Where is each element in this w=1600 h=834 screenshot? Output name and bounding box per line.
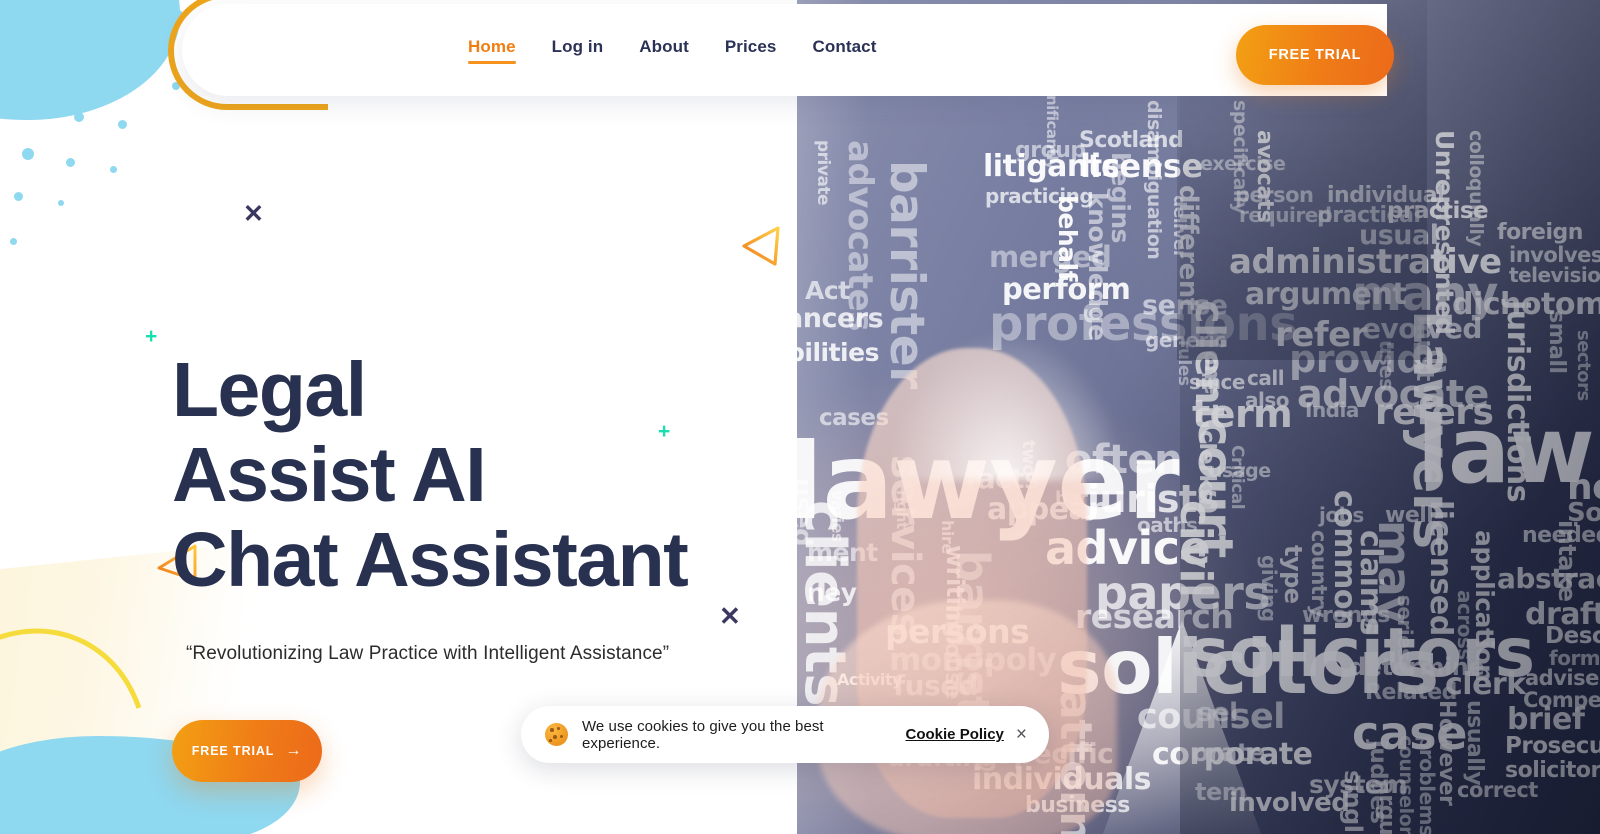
wordcloud-word: used (797, 478, 817, 547)
wordcloud-word: brief (1507, 702, 1585, 737)
wordcloud-word: behalf (1053, 195, 1082, 281)
decor-plus-mark: + (145, 325, 158, 348)
wordcloud-word: license (1080, 147, 1203, 185)
wordcloud-word: since (1189, 370, 1245, 394)
orange-triangle-outline (742, 226, 780, 266)
decor-dot (74, 112, 84, 122)
wordcloud-word: clerk (1445, 667, 1526, 702)
decor-dot (28, 106, 39, 117)
close-icon[interactable]: × (1004, 725, 1027, 744)
nav-link-prices[interactable]: Prices (725, 37, 777, 64)
wordcloud-word: foreign (1497, 220, 1583, 245)
nav-free-trial-button[interactable]: FREE TRIAL (1236, 25, 1394, 85)
wordcloud-word: abstract (1497, 562, 1600, 595)
wordcloud-word: colloquially (1465, 130, 1487, 247)
decor-dot (14, 192, 23, 201)
decor-dot (4, 48, 12, 56)
nav-link-home[interactable]: Home (468, 37, 516, 64)
wordcloud-word: begins (1106, 152, 1135, 243)
wordcloud-word: bilities (797, 338, 879, 367)
wordcloud-word: Act (805, 276, 850, 305)
wordcloud-word: ancers (797, 303, 884, 334)
wordcloud-word: Prosecutor (1505, 733, 1600, 759)
wordcloud-word: formall (1549, 646, 1600, 670)
wordcloud-word: singl (1339, 770, 1367, 833)
wordcloud-word: rules (1174, 340, 1194, 386)
wordcloud-word: giving (1257, 555, 1281, 622)
wordcloud-word: disambiguation (1143, 100, 1165, 260)
nav-links: Home Log in About Prices Contact (468, 37, 876, 64)
decor-dot (126, 72, 135, 81)
navbar-panel: Home Log in About Prices Contact (182, 4, 1387, 96)
decor-x-mark: ✕ (719, 601, 741, 631)
wordcloud-word: argu (1374, 780, 1399, 834)
hero-free-trial-label: FREE TRIAL (191, 744, 275, 758)
wordcloud-word: Critical (1227, 445, 1247, 510)
cookie-policy-link[interactable]: Cookie Policy (906, 726, 1004, 743)
wordcloud-word: television (1509, 263, 1600, 287)
arrow-right-icon: → (285, 742, 303, 759)
hero-title-line-3: Chat Assistant (172, 517, 689, 603)
wordcloud-word: type (1279, 545, 1307, 604)
wordcloud-word: correct (1457, 778, 1538, 802)
landing-page: privateadvocatesbarristerActancersbiliti… (0, 0, 1600, 834)
decor-dot (110, 166, 117, 173)
decor-dot (85, 4, 98, 17)
wordcloud-word: small (1544, 310, 1569, 374)
hero-title-line-2: Assist AI (172, 432, 487, 518)
cookie-message: We use cookies to give you the best expe… (582, 717, 824, 752)
page-title: Legal Assist AI Chat Assistant (172, 347, 689, 603)
decor-dot (10, 238, 17, 245)
wordcloud-word: intake (1553, 520, 1581, 602)
wordcloud-word: Descript (1545, 623, 1600, 649)
wordcloud-word: call (1247, 366, 1285, 390)
wordcloud-word: usually (1462, 700, 1487, 786)
nav-link-login[interactable]: Log in (552, 37, 604, 64)
hero-subtitle: “Revolutionizing Law Practice with Intel… (186, 643, 670, 664)
cookie-consent-banner: We use cookies to give you the best expe… (521, 706, 1049, 763)
wordcloud-word: different (1173, 185, 1203, 310)
wordcloud-word: nificantly (1043, 95, 1061, 170)
wordcloud-word: problems (1415, 735, 1439, 834)
decor-x-mark: ✕ (243, 200, 264, 228)
decor-dot (66, 158, 75, 167)
decor-dot (22, 148, 34, 160)
wordcloud-word: private (813, 140, 833, 206)
hero-title-line-1: Legal (172, 347, 367, 433)
nav-link-contact[interactable]: Contact (812, 37, 876, 64)
decor-dot (58, 200, 64, 206)
wordcloud-word: India (1305, 398, 1359, 422)
cookie-icon (545, 723, 568, 746)
nav-link-about[interactable]: About (639, 37, 689, 64)
wordcloud-word: sectors (1573, 330, 1594, 401)
wordcloud-word: ney (807, 578, 857, 607)
wordcloud-word: advisers (1525, 666, 1600, 690)
hero-free-trial-button[interactable]: FREE TRIAL → (172, 720, 322, 782)
decor-dot (118, 120, 127, 129)
wordcloud-word: civil (1170, 500, 1221, 598)
glow-highlight-top (885, 330, 1125, 480)
wordcloud-word: varies (828, 490, 847, 542)
